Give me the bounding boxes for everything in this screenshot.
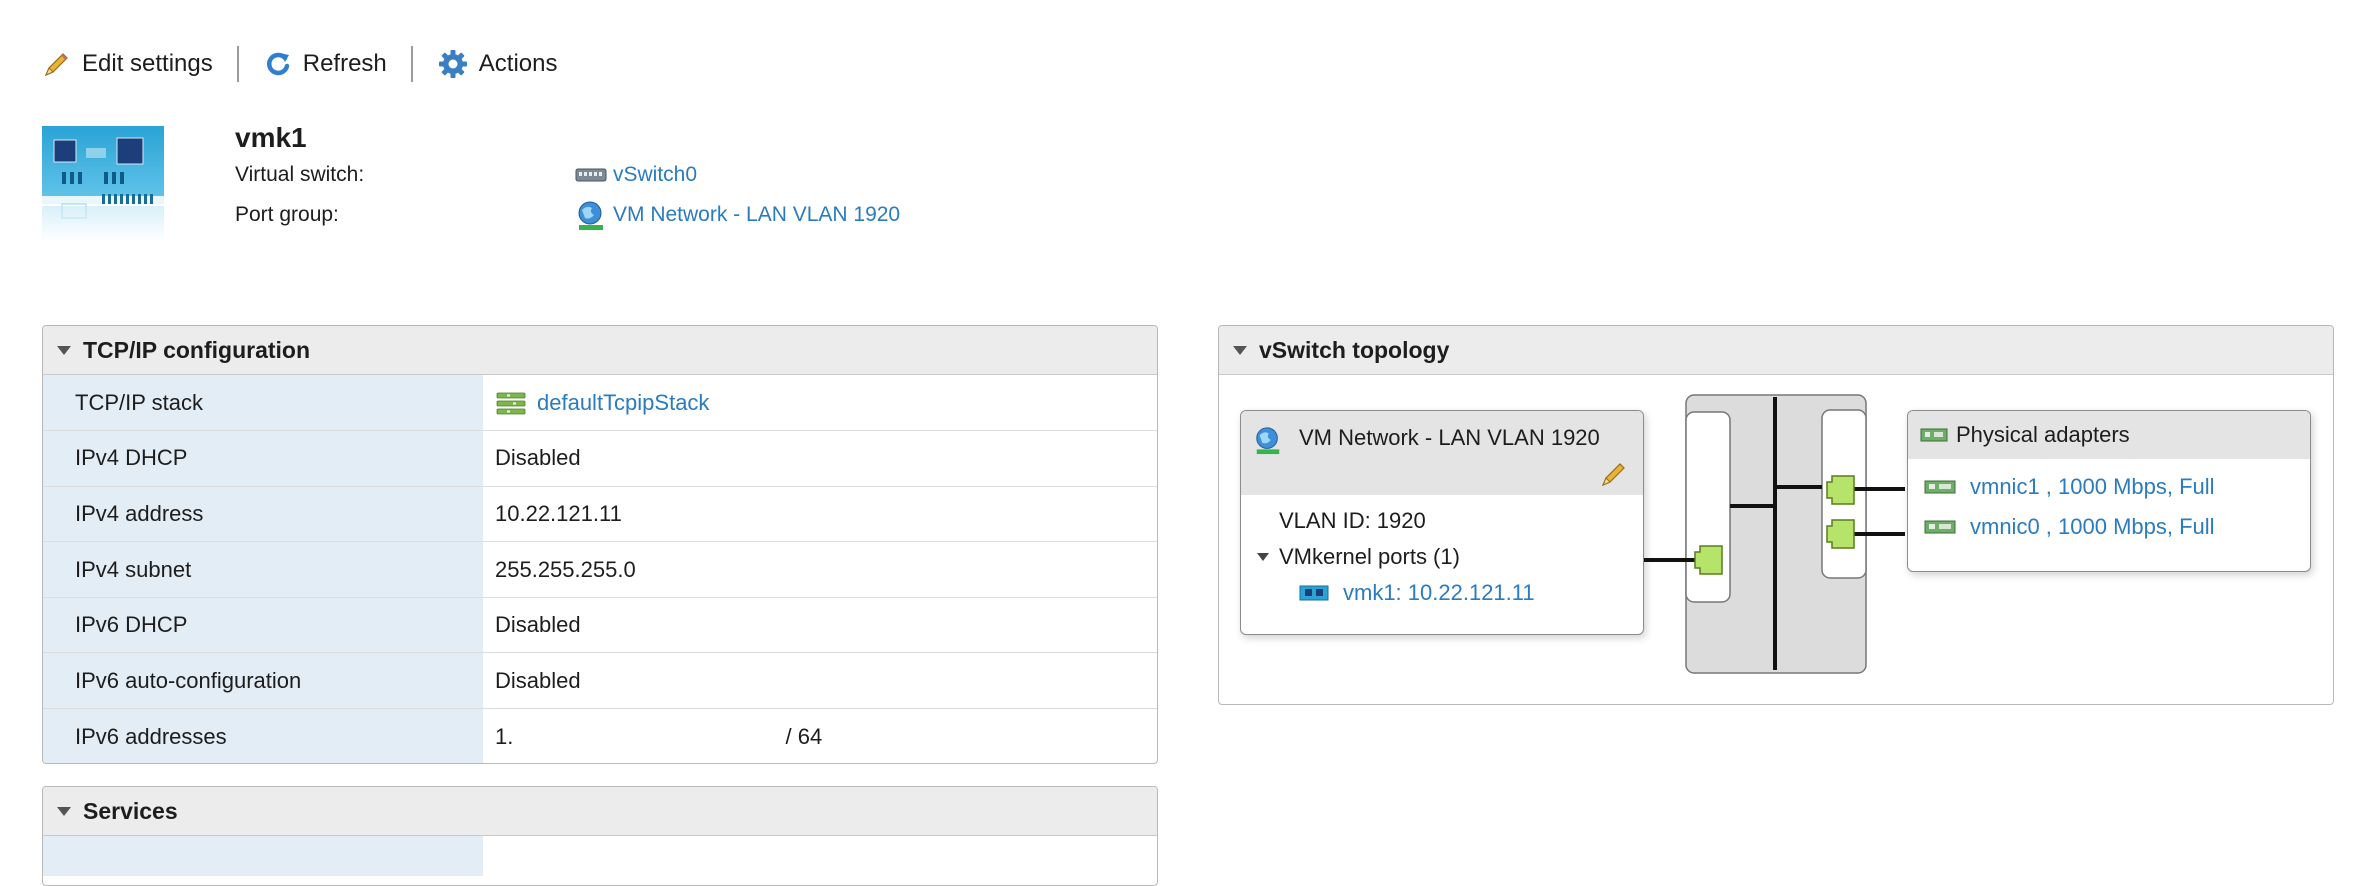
collapse-triangle-icon xyxy=(57,345,71,355)
row-key: TCP/IP stack xyxy=(43,375,483,432)
ipv6-prefix-value: / 64 xyxy=(785,723,823,749)
row-value: 255.255.255.0 xyxy=(483,541,1157,598)
virtual-switch-label: Virtual switch: xyxy=(235,163,365,186)
physical-adapters-box[interactable]: Physical adapters vmnic1 , 1000 Mbps, Fu… xyxy=(1907,410,2311,572)
collapse-triangle-icon xyxy=(1257,553,1269,561)
port-group-row: Port group: VM Network - LAN VLAN 1920 xyxy=(235,199,900,231)
vmkernel-ports-toggle[interactable]: VMkernel ports (1) xyxy=(1257,539,1605,575)
row-key: IPv6 addresses xyxy=(43,708,483,763)
port-group-box-body: VLAN ID: 1920 VMkernel ports (1) vmk1: 1… xyxy=(1241,495,1643,619)
switch-icon xyxy=(575,168,607,182)
port-group-label: Port group: xyxy=(235,203,339,226)
tcpip-table: TCP/IP stack defaultTcpipStack IPv4 DHCP… xyxy=(43,375,1157,763)
vswitch-diagram xyxy=(1644,394,1905,674)
tcpip-panel-header[interactable]: TCP/IP configuration xyxy=(43,326,1157,375)
table-row: IPv4 subnet 255.255.255.0 xyxy=(43,541,1157,598)
vmk-entry: vmk1: 10.22.121.11 xyxy=(1279,575,1605,611)
globe-network-icon xyxy=(578,201,603,230)
row-value: 10.22.121.11 xyxy=(483,486,1157,543)
virtual-switch-link[interactable]: vSwitch0 xyxy=(613,163,697,187)
physical-adapters-title: Physical adapters xyxy=(1956,422,2130,447)
table-row: IPv4 DHCP Disabled xyxy=(43,430,1157,487)
physical-nic-icon xyxy=(1920,428,1948,442)
adapter-row: vmnic0 , 1000 Mbps, Full xyxy=(1908,507,2310,547)
toolbar-separator xyxy=(410,46,413,82)
vmkernel-ports-label: VMkernel ports (1) xyxy=(1279,544,1460,569)
row-value: 1. / 64 xyxy=(483,709,1157,763)
services-key-cell xyxy=(43,836,483,876)
row-value: Disabled xyxy=(483,597,1157,654)
adapter-row: vmnic1 , 1000 Mbps, Full xyxy=(1908,467,2310,507)
tcpip-panel-title: TCP/IP configuration xyxy=(83,336,311,363)
gear-icon xyxy=(438,50,467,78)
services-panel-header[interactable]: Services xyxy=(43,787,1157,836)
row-key: IPv4 subnet xyxy=(43,541,483,598)
row-key: IPv6 auto-configuration xyxy=(43,652,483,710)
actions-label: Actions xyxy=(478,50,558,77)
edit-pencil-icon[interactable] xyxy=(1599,459,1629,489)
vmkernel-nic-icon xyxy=(1299,585,1329,601)
port-group-box-title: VM Network - LAN VLAN 1920 xyxy=(1299,425,1600,450)
pencil-icon xyxy=(44,53,68,77)
topology-panel-header[interactable]: vSwitch topology xyxy=(1219,326,2333,375)
physical-adapters-header: Physical adapters xyxy=(1908,411,2310,459)
row-value: defaultTcpipStack xyxy=(483,375,1157,432)
port-group-box-header: VM Network - LAN VLAN 1920 xyxy=(1241,411,1643,495)
table-row: TCP/IP stack defaultTcpipStack xyxy=(43,375,1157,432)
refresh-button[interactable]: Refresh xyxy=(263,49,387,79)
nic-card-icon xyxy=(42,126,164,242)
table-row: IPv6 DHCP Disabled xyxy=(43,597,1157,654)
collapse-triangle-icon xyxy=(57,806,71,816)
actions-button[interactable]: Actions xyxy=(437,48,558,80)
page-title: vmk1 xyxy=(235,122,307,153)
row-key: IPv4 address xyxy=(43,486,483,543)
vlan-id: VLAN ID: 1920 xyxy=(1279,508,1426,533)
toolbar-separator xyxy=(236,46,239,82)
physical-nic-icon xyxy=(1924,480,1956,494)
vmk-link[interactable]: vmk1: 10.22.121.11 xyxy=(1343,580,1535,606)
row-value: Disabled xyxy=(483,430,1157,487)
physical-nic-icon xyxy=(1924,520,1956,534)
adapter-link[interactable]: vmnic1 , 1000 Mbps, Full xyxy=(1970,474,2215,500)
port-group-box[interactable]: VM Network - LAN VLAN 1920 VLAN ID: 1920… xyxy=(1240,410,1644,635)
row-key: IPv6 DHCP xyxy=(43,597,483,654)
services-panel: Services xyxy=(42,786,1158,886)
virtual-switch-row: Virtual switch: vSwitch0 xyxy=(235,163,697,187)
port-group-link[interactable]: VM Network - LAN VLAN 1920 xyxy=(613,203,900,227)
edit-settings-button[interactable]: Edit settings xyxy=(42,49,213,79)
adapter-link[interactable]: vmnic0 , 1000 Mbps, Full xyxy=(1970,514,2215,540)
stack-icon xyxy=(496,392,526,414)
table-row: IPv4 address 10.22.121.11 xyxy=(43,486,1157,543)
edit-settings-label: Edit settings xyxy=(82,50,213,77)
services-panel-title: Services xyxy=(83,797,178,824)
refresh-icon xyxy=(266,52,289,76)
refresh-label: Refresh xyxy=(302,50,387,77)
row-key: IPv4 DHCP xyxy=(43,430,483,487)
table-row: IPv6 auto-configuration Disabled xyxy=(43,652,1157,710)
collapse-triangle-icon xyxy=(1233,345,1247,355)
ipv6-address-value: 1. xyxy=(495,723,514,749)
toolbar: Edit settings Refresh Actions xyxy=(42,40,557,88)
globe-network-icon xyxy=(1256,427,1280,455)
tcpip-panel: TCP/IP configuration TCP/IP stack defaul… xyxy=(42,325,1158,764)
topology-panel-title: vSwitch topology xyxy=(1259,336,1450,363)
table-row: IPv6 addresses 1. / 64 xyxy=(43,708,1157,763)
row-value: Disabled xyxy=(483,652,1157,710)
tcpip-stack-link[interactable]: defaultTcpipStack xyxy=(537,390,709,416)
